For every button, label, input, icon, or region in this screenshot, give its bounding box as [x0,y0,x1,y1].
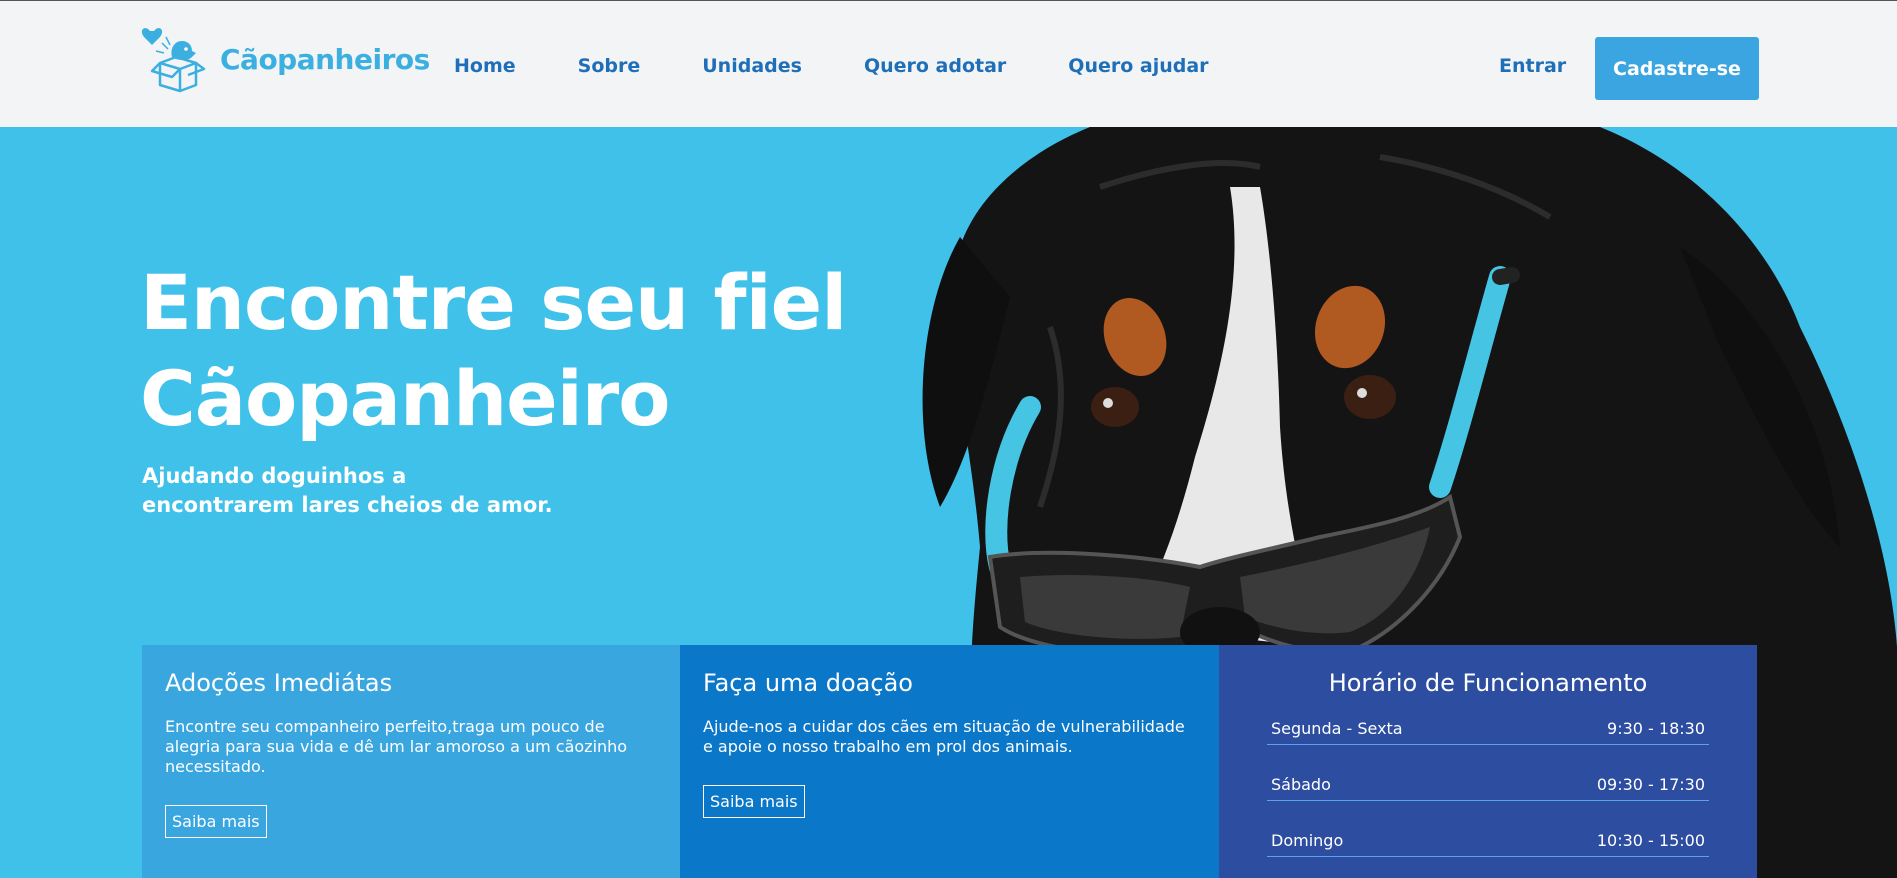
card-doacao-title: Faça uma doação [703,669,913,697]
hero-subtitle-line1: Ajudando doguinhos a [142,464,407,488]
signup-button[interactable]: Cadastre-se [1595,37,1759,100]
card-doacao-text: Ajude-nos a cuidar dos cães em situação … [703,717,1185,756]
card-doacao: Faça uma doação Ajude-nos a cuidar dos c… [680,645,1219,878]
hero-title-line2: Cãopanheiro [140,354,670,443]
site-header: Cãopanheiros Home Sobre Unidades Quero a… [0,1,1897,127]
nav-unidades[interactable]: Unidades [702,55,802,77]
hours-row: Sábado 09:30 - 17:30 [1267,765,1709,801]
hours-time: 9:30 - 18:30 [1607,719,1705,738]
hero-subtitle-line2: encontrarem lares cheios de amor. [142,493,553,517]
main-nav: Home Sobre Unidades Quero adotar Quero a… [454,55,1271,77]
hero-title: Encontre seu fiel Cãopanheiro [140,255,900,447]
hero-subtitle: Ajudando doguinhos a encontrarem lares c… [142,462,662,520]
card-adocoes: Adoções Imediátas Encontre seu companhei… [142,645,680,878]
hours-title: Horário de Funcionamento [1328,669,1648,697]
hours-row: Segunda - Sexta 9:30 - 18:30 [1267,709,1709,745]
card-adocoes-title: Adoções Imediátas [165,669,393,697]
brand-logo[interactable]: Cãopanheiros [140,23,430,95]
hours-day: Domingo [1271,831,1344,850]
card-adocoes-text: Encontre seu companheiro perfeito,traga … [165,717,628,776]
card-horario: Horário de Funcionamento Segunda - Sexta… [1219,645,1757,878]
hours-row: Domingo 10:30 - 15:00 [1267,821,1709,857]
card-adocoes-more-button[interactable]: Saiba mais [165,805,267,838]
nav-quero-ajudar[interactable]: Quero ajudar [1068,55,1208,77]
hours-day: Sábado [1271,775,1331,794]
brand-name: Cãopanheiros [220,42,430,76]
hours-day: Segunda - Sexta [1271,719,1403,738]
nav-home[interactable]: Home [454,55,516,77]
nav-sobre[interactable]: Sobre [578,55,641,77]
hours-time: 10:30 - 15:00 [1596,831,1705,850]
login-link[interactable]: Entrar [1499,55,1566,77]
dog-in-box-with-heart-icon [141,28,206,93]
hero-title-line1: Encontre seu fiel [140,258,847,347]
nav-quero-adotar[interactable]: Quero adotar [864,55,1006,77]
card-doacao-more-button[interactable]: Saiba mais [703,785,805,818]
hours-time: 09:30 - 17:30 [1596,775,1705,794]
